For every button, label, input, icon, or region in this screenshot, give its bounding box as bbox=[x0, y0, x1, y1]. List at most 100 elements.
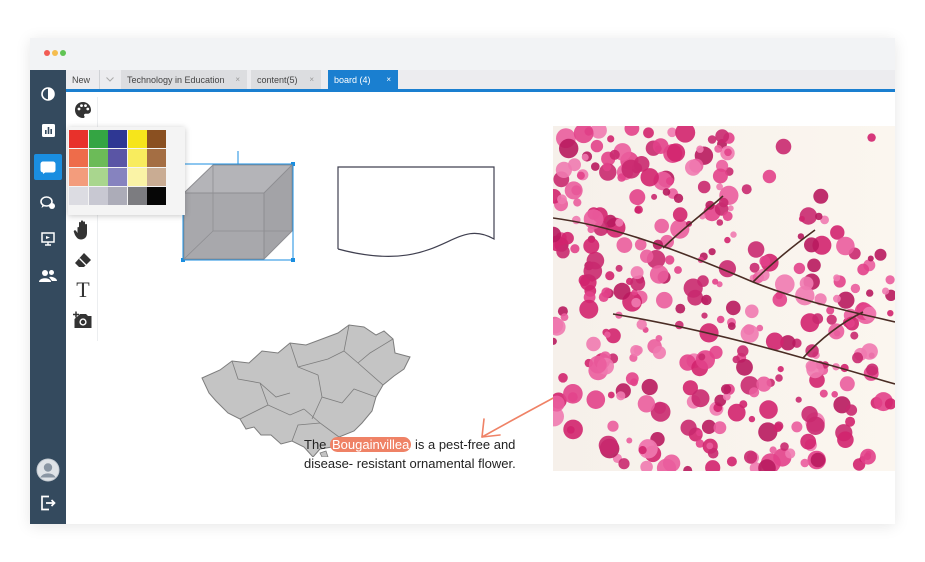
blossom bbox=[798, 215, 805, 222]
color-swatch[interactable] bbox=[108, 168, 127, 186]
pan-tool-button[interactable] bbox=[70, 217, 96, 243]
color-swatch[interactable] bbox=[108, 149, 127, 167]
text-tool-button[interactable]: T bbox=[70, 277, 96, 303]
minimize-window-button[interactable] bbox=[52, 50, 58, 56]
sidebar-item-chat[interactable] bbox=[34, 190, 62, 216]
blossom bbox=[740, 324, 759, 343]
color-swatch[interactable] bbox=[147, 149, 166, 167]
color-swatch[interactable] bbox=[88, 130, 108, 148]
logout-button[interactable] bbox=[34, 490, 62, 516]
blossom bbox=[570, 244, 580, 254]
blossom bbox=[793, 262, 806, 275]
blossom bbox=[602, 162, 612, 172]
cube-shape[interactable] bbox=[178, 145, 298, 265]
color-swatch[interactable] bbox=[108, 130, 127, 148]
blossom bbox=[696, 145, 704, 153]
color-swatch[interactable] bbox=[69, 168, 88, 186]
color-tool-button[interactable] bbox=[70, 97, 96, 123]
color-swatch[interactable] bbox=[69, 187, 88, 205]
blossom bbox=[887, 310, 894, 317]
sidebar-item-contrast[interactable] bbox=[34, 81, 62, 107]
color-swatch[interactable] bbox=[69, 130, 88, 148]
chat-icon bbox=[40, 196, 55, 209]
tab-close-button[interactable]: × bbox=[235, 75, 240, 84]
presentation-icon bbox=[41, 232, 55, 246]
tab-dropdown[interactable] bbox=[100, 70, 120, 89]
color-swatch[interactable] bbox=[88, 149, 108, 167]
tab-content[interactable]: content(5) × bbox=[251, 70, 321, 89]
sidebar-item-users[interactable] bbox=[34, 262, 62, 288]
blossom bbox=[845, 404, 858, 416]
sidebar-item-statistics[interactable] bbox=[34, 117, 62, 143]
tab-board[interactable]: board (4) × bbox=[328, 70, 398, 89]
blossom bbox=[826, 314, 837, 325]
blossom bbox=[780, 442, 789, 451]
tab-close-button[interactable]: × bbox=[386, 75, 391, 84]
eraser-tool-button[interactable] bbox=[70, 247, 96, 273]
sidebar-item-presentation[interactable] bbox=[34, 226, 62, 252]
tab-bar: New Technology in Education × content(5)… bbox=[66, 70, 895, 92]
color-swatch[interactable] bbox=[88, 168, 108, 186]
bougainvillea-photo[interactable] bbox=[553, 126, 895, 471]
sidebar-item-whiteboard[interactable] bbox=[34, 154, 62, 180]
blossom bbox=[695, 350, 715, 370]
maximize-window-button[interactable] bbox=[60, 50, 66, 56]
color-swatch[interactable] bbox=[147, 130, 166, 148]
blossom bbox=[591, 162, 600, 171]
blossom bbox=[563, 419, 583, 440]
close-window-button[interactable] bbox=[44, 50, 50, 56]
blossom bbox=[804, 237, 819, 253]
insert-image-button[interactable] bbox=[70, 307, 96, 333]
blossom bbox=[607, 391, 615, 399]
avatar-icon bbox=[36, 458, 60, 482]
blossom bbox=[861, 343, 878, 360]
blossom bbox=[730, 231, 737, 238]
blossom bbox=[634, 205, 643, 214]
color-swatch[interactable] bbox=[127, 187, 147, 205]
user-avatar[interactable] bbox=[34, 456, 62, 484]
contrast-icon bbox=[41, 87, 55, 101]
tab-technology-in-education[interactable]: Technology in Education × bbox=[121, 70, 247, 89]
color-swatch[interactable] bbox=[127, 168, 147, 186]
whiteboard-canvas[interactable]: The Bougainvillea is a pest-free and dis… bbox=[66, 95, 895, 524]
blossom bbox=[722, 211, 733, 222]
blossom bbox=[559, 138, 579, 159]
blossom bbox=[561, 231, 574, 245]
blossom bbox=[759, 255, 771, 267]
annotation-text[interactable]: The Bougainvillea is a pest-free and dis… bbox=[304, 435, 554, 473]
blossom bbox=[637, 395, 656, 413]
blossom bbox=[836, 236, 855, 256]
color-swatch[interactable] bbox=[88, 187, 108, 205]
blossom bbox=[860, 448, 876, 465]
color-swatch[interactable] bbox=[127, 149, 147, 167]
tab-new[interactable]: New bbox=[66, 70, 100, 89]
blossom bbox=[837, 431, 854, 449]
blossom bbox=[882, 287, 890, 295]
blossom bbox=[616, 391, 626, 401]
blossom bbox=[609, 149, 620, 160]
blossom bbox=[697, 180, 711, 194]
color-swatch[interactable] bbox=[127, 130, 147, 148]
blossom bbox=[805, 344, 819, 358]
blossom bbox=[708, 248, 716, 256]
color-swatch[interactable] bbox=[147, 168, 166, 186]
blossom bbox=[885, 275, 895, 285]
blossom bbox=[674, 266, 682, 274]
blossom bbox=[638, 446, 647, 455]
color-swatch[interactable] bbox=[69, 149, 88, 167]
color-swatch[interactable] bbox=[147, 187, 166, 205]
blossom bbox=[563, 384, 583, 404]
document-shape[interactable] bbox=[332, 165, 502, 265]
color-swatch[interactable] bbox=[108, 187, 127, 205]
logout-icon bbox=[41, 495, 56, 511]
blossom bbox=[845, 416, 856, 427]
blossom bbox=[604, 331, 611, 338]
blossom bbox=[795, 286, 815, 306]
blossom bbox=[685, 159, 702, 176]
blossom bbox=[769, 446, 777, 454]
tab-close-button[interactable]: × bbox=[309, 75, 314, 84]
blossom bbox=[712, 278, 719, 285]
blossom bbox=[791, 421, 803, 433]
blossom bbox=[558, 373, 568, 383]
blossom bbox=[852, 352, 864, 364]
